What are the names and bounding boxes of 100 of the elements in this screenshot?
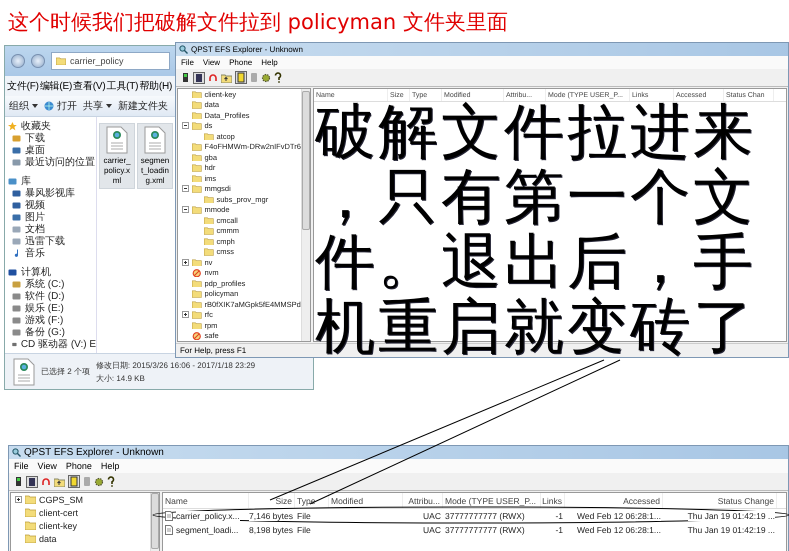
menu-item[interactable]: 文件(F) (7, 79, 39, 93)
music-note-icon (12, 248, 21, 258)
address-bar[interactable]: carrier_policy (51, 52, 170, 70)
toolbar-button[interactable]: 新建文件夹 (118, 99, 168, 113)
prohibited-icon (192, 332, 202, 340)
nav-item[interactable]: 库 (21, 174, 31, 188)
refresh-icon[interactable] (208, 72, 218, 82)
nav-item[interactable]: 最近访问的位置 (25, 155, 95, 169)
collapse-icon[interactable] (182, 206, 189, 214)
menu-item[interactable]: Help (261, 58, 278, 67)
nav-item[interactable]: 系统 (C:) (25, 277, 64, 291)
collapse-icon[interactable] (182, 185, 189, 192)
nav-item[interactable]: 娱乐 (E:) (25, 301, 64, 315)
forward-button[interactable] (31, 54, 45, 68)
folder-name[interactable]: client-key (39, 520, 78, 530)
folder-name[interactable]: CGPS_SM (39, 494, 84, 504)
phone-icon[interactable] (181, 72, 190, 83)
phone-icon[interactable] (14, 476, 23, 487)
back-button[interactable] (11, 54, 25, 68)
column-header[interactable]: Mode (TYPE USER_P... (443, 493, 541, 508)
expand-icon[interactable] (182, 311, 189, 318)
column-header[interactable]: Links (541, 493, 565, 508)
table-cell: -1 (555, 525, 563, 535)
menu-item[interactable]: 工具(T) (106, 79, 138, 93)
window-title: QPST EFS Explorer - Unknown (24, 447, 164, 458)
magnifier-icon (12, 448, 21, 457)
memory-card-icon[interactable] (235, 71, 247, 84)
column-header[interactable]: Size (249, 493, 295, 508)
expand-icon[interactable] (15, 496, 22, 503)
menu-item[interactable]: 帮助(H) (139, 79, 172, 93)
table-cell: -1 (555, 511, 563, 521)
table-cell: 37777777777 (RWX) (445, 511, 525, 521)
table-cell: UAC (423, 525, 441, 535)
caret-icon (106, 104, 112, 108)
refresh-icon[interactable] (41, 476, 51, 486)
nav-item[interactable]: 视频 (25, 198, 45, 212)
globe-icon (44, 101, 54, 111)
table-cell: 37777777777 (RWX) (445, 525, 525, 535)
nav-item[interactable]: 计算机 (21, 265, 51, 279)
folder-up-icon[interactable] (54, 476, 65, 486)
table-cell: 8,198 bytes (249, 525, 293, 535)
document-tile[interactable]: segment_loading.xml (137, 123, 173, 189)
table-cell: UAC (423, 511, 441, 521)
memory-card-icon[interactable] (68, 475, 80, 488)
table-cell[interactable]: carrier_policy.x... (176, 511, 240, 521)
folder-name[interactable]: client-cert (39, 508, 78, 518)
table-cell: Wed Feb 12 06:28:1... (577, 525, 661, 535)
nav-item[interactable]: 软件 (D:) (25, 289, 64, 303)
menu-item[interactable]: View (38, 461, 57, 471)
gear-icon[interactable] (261, 72, 271, 82)
nav-item[interactable]: 迅雷下载 (25, 234, 65, 248)
heading: 这个时候我们把破解文件拉到 policyman 文件夹里面 (8, 9, 508, 36)
expand-icon[interactable] (182, 258, 189, 266)
scrollbar[interactable] (150, 493, 159, 551)
table-cell: File (297, 511, 311, 521)
table-cell[interactable]: segment_loadi... (176, 525, 238, 535)
column-header[interactable]: Attribu... (403, 493, 443, 508)
column-header[interactable]: Status Change (663, 493, 777, 508)
menu-item[interactable]: Phone (66, 461, 92, 471)
menu-item[interactable]: Help (100, 461, 120, 471)
menu-item[interactable]: Phone (229, 58, 252, 67)
nav-item[interactable]: 备份 (G:) (25, 325, 65, 339)
toolbar-button[interactable]: 共享 (83, 99, 112, 113)
toolbar-button[interactable]: 组织 (9, 99, 38, 113)
column-header[interactable]: Modified (329, 493, 403, 508)
phone-icon[interactable] (193, 72, 205, 84)
table-cell: Wed Feb 12 06:28:1... (577, 511, 661, 521)
scrollbar[interactable] (301, 89, 310, 341)
folder-up-icon[interactable] (221, 72, 232, 82)
caret-icon (32, 104, 38, 108)
menu-item[interactable]: 查看(V) (73, 79, 106, 93)
help-icon[interactable] (107, 476, 115, 487)
menu-item[interactable]: View (202, 58, 220, 67)
nav-item[interactable]: 音乐 (25, 246, 45, 260)
column-header[interactable]: Accessed (565, 493, 663, 508)
menu-item[interactable]: 编辑(E) (40, 79, 72, 93)
window-title: QPST EFS Explorer - Unknown (191, 45, 303, 54)
document-tile[interactable]: carrier_policy.xml (99, 123, 135, 189)
nav-item[interactable]: 桌面 (25, 143, 45, 157)
nav-item[interactable]: CD 驱动器 (V:) E (20, 337, 96, 351)
column-header[interactable]: Name (163, 493, 249, 508)
nav-item[interactable]: 暴风影视库 (25, 186, 75, 200)
help-icon[interactable] (274, 72, 282, 83)
file-icon (165, 511, 173, 521)
collapse-icon[interactable] (182, 122, 189, 130)
phone-icon[interactable] (26, 476, 38, 488)
nav-item[interactable]: 下载 (25, 131, 45, 145)
folder-name[interactable]: data (39, 534, 57, 544)
menu-item[interactable]: File (14, 461, 29, 471)
nav-item[interactable]: 文档 (25, 222, 45, 236)
gear-icon[interactable] (94, 476, 104, 486)
nav-item[interactable]: 图片 (25, 210, 45, 224)
column-header[interactable]: Type (295, 493, 329, 508)
nav-item[interactable]: 收藏夹 (21, 119, 51, 133)
modified-date: 修改日期: 2015/3/26 16:06 - 2017/1/18 23:29 (96, 360, 256, 370)
menu-item[interactable]: File (181, 58, 194, 67)
toolbar-button[interactable]: 打开 (44, 99, 77, 113)
prohibited-icon (192, 268, 202, 277)
star-icon (8, 122, 17, 130)
nav-item[interactable]: 游戏 (F:) (25, 313, 64, 327)
